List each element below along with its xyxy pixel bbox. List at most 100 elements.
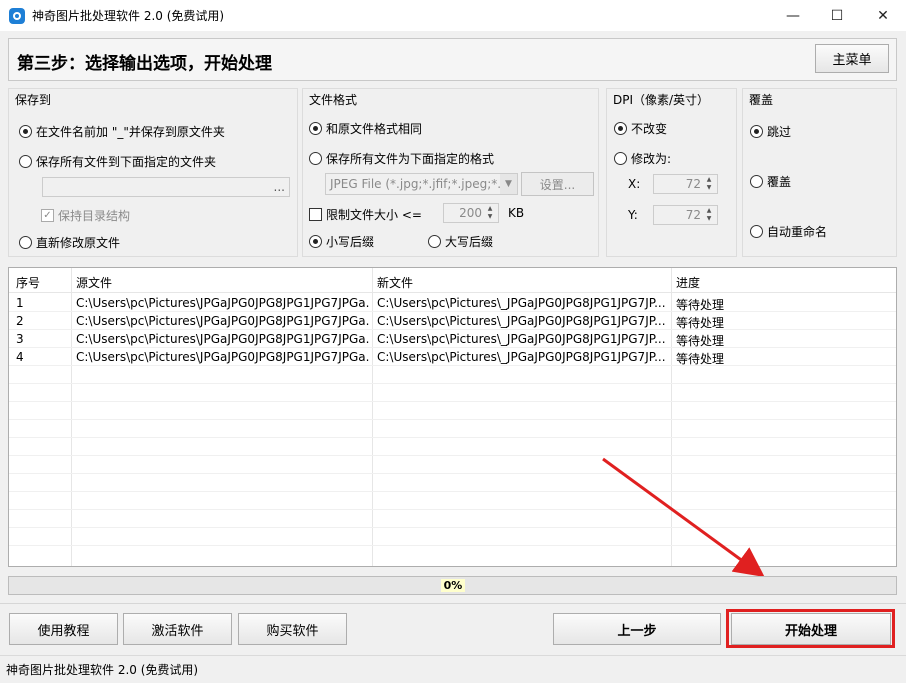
spin-arrows-icon: ▲ ▼: [706, 207, 712, 222]
row-divider: [9, 401, 896, 402]
title-bar: 神奇图片批处理软件 2.0 (免费试用) — ☐ ✕: [0, 0, 906, 31]
row-divider: [9, 311, 896, 312]
prev-step-button[interactable]: 上一步: [553, 613, 721, 645]
radio-icon: [428, 235, 441, 248]
radio-uppercase-ext[interactable]: 大写后缀: [428, 233, 493, 250]
radio-specified-folder[interactable]: 保存所有文件到下面指定的文件夹: [19, 153, 216, 170]
column-header-target[interactable]: 新文件: [377, 274, 413, 291]
radio-label: 和原文件格式相同: [326, 122, 423, 136]
limit-size-checkbox[interactable]: 限制文件大小 <=: [309, 206, 422, 223]
cell-target: C:\Users\pc\Pictures\_JPGaJPG0JPG8JPG1JP…: [377, 332, 666, 346]
save-to-title: 保存到: [15, 93, 52, 107]
cell-index: 4: [16, 350, 24, 364]
cell-source: C:\Users\pc\Pictures\JPGaJPG0JPG8JPG1JPG…: [76, 314, 369, 328]
radio-overwrite[interactable]: 覆盖: [750, 173, 791, 190]
activate-button[interactable]: 激活软件: [123, 613, 232, 645]
radio-label: 保存所有文件到下面指定的文件夹: [36, 155, 217, 169]
row-divider: [9, 383, 896, 384]
checkbox-icon: [309, 208, 322, 221]
step-title: 第三步：选择输出选项，开始处理: [17, 54, 272, 74]
radio-skip[interactable]: 跳过: [750, 123, 791, 140]
dpi-title: DPI（像素/英寸）: [613, 93, 710, 107]
file-format-title: 文件格式: [309, 93, 358, 107]
radio-label: 不改变: [631, 122, 668, 136]
folder-path-input[interactable]: ...: [42, 177, 290, 197]
status-text: 神奇图片批处理软件 2.0 (免费试用): [6, 663, 199, 677]
cell-source: C:\Users\pc\Pictures\JPGaJPG0JPG8JPG1JPG…: [76, 296, 369, 310]
radio-overwrite-original[interactable]: 直新修改原文件: [19, 234, 120, 251]
format-select[interactable]: JPEG File (*.jpg;*.jfif;*.jpeg;*.j ▼: [325, 173, 518, 195]
divider: [0, 603, 906, 604]
radio-label: 覆盖: [767, 175, 792, 189]
checkbox-label: 保持目录结构: [58, 209, 131, 223]
overwrite-title: 覆盖: [749, 93, 774, 107]
row-divider: [9, 329, 896, 330]
radio-label: 直新修改原文件: [36, 236, 121, 250]
radio-label: 保存所有文件为下面指定的格式: [326, 152, 495, 166]
radio-prefix-original-folder[interactable]: 在文件名前加 "_"并保存到原文件夹: [19, 123, 225, 140]
column-header-index[interactable]: 序号: [16, 274, 40, 291]
cell-source: C:\Users\pc\Pictures\JPGaJPG0JPG8JPG1JPG…: [76, 332, 369, 346]
annotation-arrow-icon: [602, 457, 765, 578]
radio-icon: [19, 155, 32, 168]
radio-label: 小写后缀: [326, 235, 375, 249]
cell-target: C:\Users\pc\Pictures\_JPGaJPG0JPG8JPG1JP…: [377, 314, 666, 328]
limit-size-value: 200: [459, 206, 482, 220]
radio-dpi-keep[interactable]: 不改变: [614, 120, 667, 137]
radio-same-format[interactable]: 和原文件格式相同: [309, 120, 422, 137]
radio-lowercase-ext[interactable]: 小写后缀: [309, 233, 374, 250]
progress-bar: 0%: [8, 576, 897, 595]
window-title: 神奇图片批处理软件 2.0 (免费试用): [32, 9, 225, 23]
format-settings-button[interactable]: 设置...: [521, 172, 594, 196]
app-icon: [9, 7, 25, 24]
cell-index: 2: [16, 314, 24, 328]
column-divider: [71, 268, 72, 566]
save-to-group: 保存到 在文件名前加 "_"并保存到原文件夹 保存所有文件到下面指定的文件夹 .…: [8, 88, 298, 257]
main-menu-button[interactable]: 主菜单: [815, 44, 889, 73]
maximize-button[interactable]: ☐: [814, 0, 860, 31]
limit-size-unit: KB: [508, 206, 525, 220]
radio-label: 在文件名前加 "_"并保存到原文件夹: [36, 125, 225, 139]
browse-button[interactable]: ...: [274, 180, 285, 194]
radio-specified-format[interactable]: 保存所有文件为下面指定的格式: [309, 150, 494, 167]
cell-source: C:\Users\pc\Pictures\JPGaJPG0JPG8JPG1JPG…: [76, 350, 369, 364]
radio-icon: [309, 152, 322, 165]
minimize-button[interactable]: —: [770, 0, 816, 31]
close-button[interactable]: ✕: [860, 0, 906, 31]
header-divider: [9, 292, 896, 293]
radio-dpi-change[interactable]: 修改为:: [614, 150, 671, 167]
cell-target: C:\Users\pc\Pictures\_JPGaJPG0JPG8JPG1JP…: [377, 350, 666, 364]
keep-structure-checkbox[interactable]: ✓ 保持目录结构: [41, 207, 130, 224]
radio-auto-rename[interactable]: 自动重命名: [750, 223, 827, 240]
radio-icon: [309, 122, 322, 135]
limit-size-stepper[interactable]: 200 ▲ ▼: [443, 203, 499, 223]
radio-icon: [614, 122, 627, 135]
radio-label: 大写后缀: [445, 235, 494, 249]
row-divider: [9, 347, 896, 348]
buy-button[interactable]: 购买软件: [238, 613, 347, 645]
checkbox-checked-icon: ✓: [41, 209, 54, 222]
radio-icon: [309, 235, 322, 248]
tutorial-button[interactable]: 使用教程: [9, 613, 118, 645]
progress-text: 0%: [441, 579, 465, 592]
column-header-progress[interactable]: 进度: [676, 274, 700, 291]
row-divider: [9, 419, 896, 420]
radio-icon: [750, 225, 763, 238]
dpi-y-value: 72: [685, 208, 701, 222]
radio-label: 修改为:: [631, 152, 672, 166]
start-button-highlight: [726, 609, 895, 648]
radio-icon: [19, 125, 32, 138]
column-header-source[interactable]: 源文件: [76, 274, 112, 291]
dpi-x-stepper[interactable]: 72 ▲ ▼: [653, 174, 718, 194]
dpi-group: DPI（像素/英寸） 不改变 修改为: X: 72 ▲ ▼ Y: 72 ▲ ▼: [606, 88, 737, 257]
dpi-x-value: 72: [685, 177, 701, 191]
dpi-y-stepper[interactable]: 72 ▲ ▼: [653, 205, 718, 225]
radio-icon: [750, 175, 763, 188]
dpi-x-label: X:: [628, 177, 641, 191]
cell-target: C:\Users\pc\Pictures\_JPGaJPG0JPG8JPG1JP…: [377, 296, 666, 310]
checkbox-label: 限制文件大小 <=: [326, 208, 422, 222]
radio-label: 自动重命名: [767, 225, 828, 239]
row-divider: [9, 437, 896, 438]
status-bar: 神奇图片批处理软件 2.0 (免费试用): [0, 655, 906, 683]
row-divider: [9, 365, 896, 366]
